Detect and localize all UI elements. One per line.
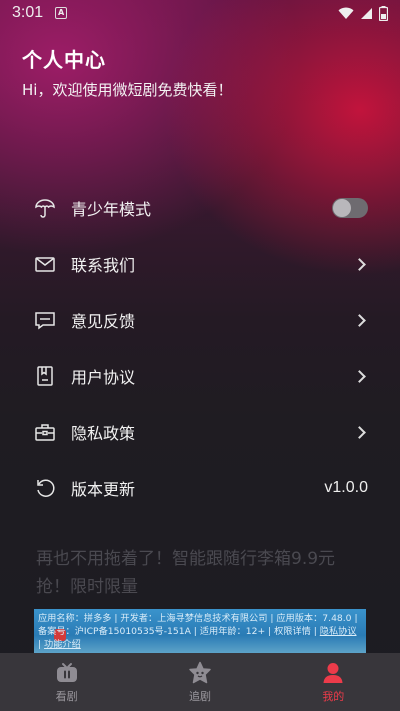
menu-item-contact-us[interactable]: 联系我们 (0, 236, 400, 292)
menu-item-version-update[interactable]: 版本更新 v1.0.0 (0, 460, 400, 516)
menu-item-teen-mode[interactable]: 青少年模式 (0, 180, 400, 236)
ad-banner[interactable]: 应用名称：拼多多 | 开发者：上海寻梦信息技术有限公司 | 应用版本：7.48.… (34, 609, 366, 653)
tv-icon (54, 661, 80, 685)
menu-item-label: 联系我们 (71, 256, 136, 275)
tab-follow[interactable]: 追剧 (133, 653, 266, 711)
umbrella-icon (34, 197, 56, 219)
tab-label: 追剧 (188, 689, 211, 703)
battery-icon (379, 5, 388, 21)
wifi-icon (338, 7, 354, 19)
chevron-right-icon (353, 313, 366, 327)
welcome-subtitle: Hi，欢迎使用微短剧免费快看！ (22, 81, 233, 99)
tab-watch[interactable]: 看剧 (0, 653, 133, 711)
ad-disclosure: 应用名称：拼多多 | 开发者：上海寻梦信息技术有限公司 | 应用版本：7.48.… (38, 612, 362, 651)
toggle-knob (333, 199, 351, 217)
person-icon (320, 661, 346, 685)
bottom-tab-bar: 看剧 追剧 我的 (0, 653, 400, 711)
feedback-icon (34, 309, 56, 331)
ad-disclosure-text: 应用名称：拼多多 | 开发者：上海寻梦信息技术有限公司 | 应用版本：7.48.… (38, 613, 358, 637)
ad-privacy-link[interactable]: 隐私协议 (320, 626, 357, 637)
status-time: 3:01 (12, 4, 44, 21)
menu-item-user-agreement[interactable]: 用户协议 (0, 348, 400, 404)
chevron-right-icon (353, 425, 366, 439)
promo-text[interactable]: 再也不用拖着了！智能跟随行李箱9.9元抢！限时限量 (36, 545, 366, 601)
menu-item-label: 版本更新 (71, 480, 136, 499)
agreement-icon (34, 365, 56, 387)
settings-menu: 青少年模式 联系我们 意见反馈 用户协议 隐私政策 版本更新 v1.0.0 (0, 180, 400, 516)
menu-item-label: 用户协议 (71, 368, 136, 387)
tab-label: 我的 (322, 689, 345, 703)
chevron-right-icon (353, 369, 366, 383)
tab-label: 看剧 (55, 689, 78, 703)
refresh-icon (34, 477, 56, 499)
chevron-right-icon (353, 257, 366, 271)
ad-feature-link[interactable]: 功能介绍 (44, 639, 81, 650)
menu-item-feedback[interactable]: 意见反馈 (0, 292, 400, 348)
star-face-icon (187, 661, 213, 685)
menu-item-label: 青少年模式 (71, 200, 152, 219)
privacy-icon (34, 421, 56, 443)
teen-mode-toggle[interactable] (332, 198, 368, 218)
signal-icon (361, 7, 372, 19)
notification-icon: A (55, 7, 68, 19)
menu-item-label: 意见反馈 (71, 312, 136, 331)
mail-icon (34, 253, 56, 275)
version-number: v1.0.0 (324, 479, 368, 496)
menu-item-privacy-policy[interactable]: 隐私政策 (0, 404, 400, 460)
status-icons (338, 5, 388, 21)
page-header: 个人中心 Hi，欢迎使用微短剧免费快看！ (22, 44, 232, 100)
status-bar: 3:01 A (0, 0, 400, 26)
tab-mine[interactable]: 我的 (267, 653, 400, 711)
menu-item-label: 隐私政策 (71, 424, 136, 443)
page-title: 个人中心 (22, 48, 106, 72)
